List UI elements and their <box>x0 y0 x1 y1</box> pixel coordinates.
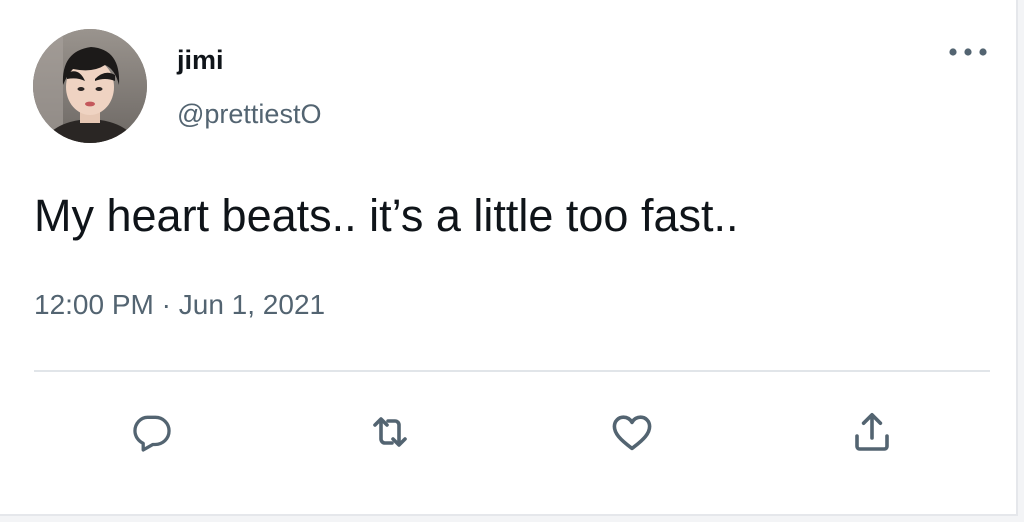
divider <box>34 370 990 372</box>
tweet-timestamp[interactable]: 12:00 PM · Jun 1, 2021 <box>34 288 325 322</box>
share-button[interactable] <box>844 404 900 460</box>
reply-icon <box>133 415 171 452</box>
share-icon <box>855 413 889 451</box>
retweet-icon <box>373 417 407 447</box>
heart-icon <box>612 415 652 451</box>
meta-separator: · <box>161 289 171 320</box>
author-display-name[interactable]: jimi <box>177 44 224 76</box>
tweet-card: jimi @prettiestO My heart beats.. it’s a… <box>0 0 1018 516</box>
author-handle[interactable]: @prettiestO <box>177 98 321 130</box>
tweet-text: My heart beats.. it’s a little too fast.… <box>34 190 739 241</box>
more-horizontal-icon <box>949 48 987 56</box>
tweet-time[interactable]: 12:00 PM <box>34 289 154 320</box>
avatar-photo <box>33 29 147 143</box>
more-options-button[interactable] <box>940 36 996 68</box>
like-button[interactable] <box>604 404 660 460</box>
retweet-button[interactable] <box>362 404 418 460</box>
author-avatar[interactable] <box>33 29 147 143</box>
reply-button[interactable] <box>124 404 180 460</box>
tweet-date[interactable]: Jun 1, 2021 <box>179 289 325 320</box>
